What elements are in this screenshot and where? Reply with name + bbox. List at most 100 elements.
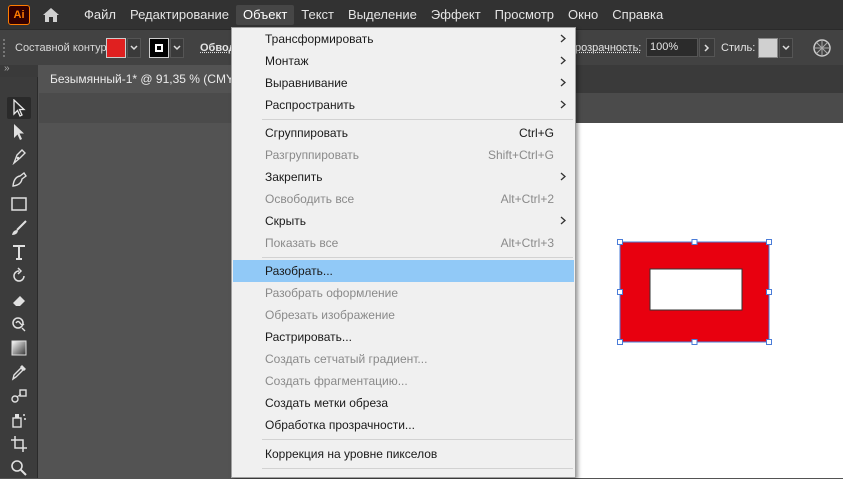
menu-item-create-trim-marks[interactable]: Создать метки обреза <box>233 392 574 414</box>
menu-item-label: Растрировать... <box>265 330 352 344</box>
menu-item-label: Закрепить <box>265 170 323 184</box>
menu-item-create-object-mosaic[interactable]: Создать фрагментацию... <box>233 370 574 392</box>
compound-path-artwork[interactable] <box>610 232 780 352</box>
menu-item-create-gradient-mesh[interactable]: Создать сетчатый градиент... <box>233 348 574 370</box>
menu-item-flatten-transparency[interactable]: Обработка прозрачности... <box>233 414 574 436</box>
chevron-right-icon <box>560 98 566 112</box>
menu-item-label: Показать все <box>265 236 339 250</box>
menu-item-label: Сгруппировать <box>265 126 349 140</box>
menu-item-expand[interactable]: Разобрать... <box>233 260 574 282</box>
menu-item-label: Создать сетчатый градиент... <box>265 352 428 366</box>
selection-type-label: Составной контур <box>15 42 107 54</box>
menu-item-transform[interactable]: Трансформировать <box>233 28 574 50</box>
menu-item-arrange[interactable]: Монтаж <box>233 50 574 72</box>
menu-item-unlock-all[interactable]: Освободить все Alt+Ctrl+2 <box>233 188 574 210</box>
menu-item-label: Создать фрагментацию... <box>265 374 408 388</box>
chevron-right-icon <box>704 43 710 52</box>
menu-separator <box>262 468 573 469</box>
fill-swatch[interactable] <box>106 38 126 58</box>
menu-item-label: Распространить <box>265 98 356 112</box>
menu-item-crop-image[interactable]: Обрезать изображение <box>233 304 574 326</box>
menu-item-ungroup[interactable]: Разгруппировать Shift+Ctrl+G <box>233 144 574 166</box>
collapse-icon[interactable]: » <box>4 63 10 74</box>
menu-item-label: Трансформировать <box>265 32 374 46</box>
eyedropper-tool-icon[interactable] <box>7 361 31 383</box>
selection-tool-icon[interactable] <box>7 97 31 119</box>
menu-effect[interactable]: Эффект <box>424 5 488 25</box>
menu-item-label: Разобрать... <box>265 264 333 278</box>
menu-item-lock[interactable]: Закрепить <box>233 166 574 188</box>
eraser-tool-icon[interactable] <box>7 289 31 311</box>
menu-item-label: Коррекция на уровне пикселов <box>265 447 438 461</box>
menu-item-label: Разобрать оформление <box>265 286 399 300</box>
tools-panel <box>0 77 38 478</box>
pen-tool-icon[interactable] <box>7 145 31 167</box>
menu-item-label: Обрезать изображение <box>265 308 395 322</box>
chevron-down-icon <box>782 45 790 51</box>
opacity-label[interactable]: прозрачность: <box>569 42 641 54</box>
opacity-input[interactable]: 100% <box>646 38 698 57</box>
menu-item-make-pixel-perfect[interactable]: Коррекция на уровне пикселов <box>233 443 574 465</box>
menu-item-shortcut: Alt+Ctrl+2 <box>500 192 554 206</box>
menu-item-distribute[interactable]: Распространить <box>233 94 574 116</box>
curvature-tool-icon[interactable] <box>7 169 31 191</box>
menu-item-rasterize[interactable]: Растрировать... <box>233 326 574 348</box>
menu-item-align[interactable]: Выравнивание <box>233 72 574 94</box>
menu-item-label: Освободить все <box>265 192 355 206</box>
rotate-tool-icon[interactable] <box>7 265 31 287</box>
recolor-artwork-icon[interactable] <box>812 38 832 58</box>
menu-help[interactable]: Справка <box>605 5 670 25</box>
paintbrush-tool-icon[interactable] <box>7 217 31 239</box>
menu-item-shortcut: Alt+Ctrl+3 <box>500 236 554 250</box>
compound-path[interactable] <box>619 241 770 343</box>
menu-item-show-all[interactable]: Показать все Alt+Ctrl+3 <box>233 232 574 254</box>
document-tab-title: Безымянный-1* @ 91,35 % (CMYK <box>50 72 235 86</box>
type-tool-icon[interactable] <box>7 241 31 263</box>
menu-select[interactable]: Выделение <box>341 5 424 25</box>
menu-item-shortcut: Shift+Ctrl+G <box>487 148 554 162</box>
menu-item-group[interactable]: Сгруппировать Ctrl+G <box>233 122 574 144</box>
style-dropdown-button[interactable] <box>779 38 793 58</box>
menu-view[interactable]: Просмотр <box>488 5 561 25</box>
app-logo-text: Ai <box>13 8 25 21</box>
menu-item-label: Выравнивание <box>265 76 348 90</box>
gradient-tool-icon[interactable] <box>7 337 31 359</box>
control-bar-grip[interactable] <box>3 39 7 57</box>
menu-bar: Ai Файл Редактирование Объект Текст Выде… <box>0 0 843 29</box>
menu-type[interactable]: Текст <box>294 5 341 25</box>
document-tab[interactable]: Безымянный-1* @ 91,35 % (CMYK <box>39 65 235 93</box>
stroke-swatch[interactable] <box>149 38 169 58</box>
zoom-tool-icon[interactable] <box>7 457 31 479</box>
fill-dropdown-button[interactable] <box>127 38 141 58</box>
opacity-arrow-button[interactable] <box>699 38 715 57</box>
home-icon[interactable] <box>40 5 62 25</box>
rectangle-tool-icon[interactable] <box>7 193 31 215</box>
blend-tool-icon[interactable] <box>7 385 31 407</box>
toolbar-header[interactable]: » <box>0 63 38 77</box>
direct-selection-tool-icon[interactable] <box>7 121 31 143</box>
menu-separator <box>262 119 573 120</box>
style-swatch[interactable] <box>758 38 778 58</box>
app-logo: Ai <box>8 4 30 25</box>
warp-tool-icon[interactable] <box>7 313 31 335</box>
menu-object[interactable]: Объект <box>236 4 295 25</box>
menu-window[interactable]: Окно <box>561 5 605 25</box>
menu-item-expand-appearance[interactable]: Разобрать оформление <box>233 282 574 304</box>
menu-edit[interactable]: Редактирование <box>123 5 236 25</box>
menu-item-label: Обработка прозрачности... <box>265 418 415 432</box>
symbol-sprayer-tool-icon[interactable] <box>7 409 31 431</box>
chevron-right-icon <box>560 170 566 184</box>
inner-hole-outline <box>649 268 743 311</box>
chevron-right-icon <box>560 54 566 68</box>
menu-separator <box>262 439 573 440</box>
chevron-right-icon <box>560 214 566 228</box>
menu-item-label: Создать метки обреза <box>265 396 389 410</box>
menu-item-shortcut: Ctrl+G <box>518 126 554 140</box>
artboard-tool-icon[interactable] <box>7 433 31 455</box>
menu-item-label: Разгруппировать <box>265 148 360 162</box>
stroke-dropdown-button[interactable] <box>170 38 184 58</box>
menu-file[interactable]: Файл <box>77 5 123 25</box>
menu-item-label: Монтаж <box>265 54 309 68</box>
menu-item-hide[interactable]: Скрыть <box>233 210 574 232</box>
chevron-down-icon <box>130 45 138 51</box>
